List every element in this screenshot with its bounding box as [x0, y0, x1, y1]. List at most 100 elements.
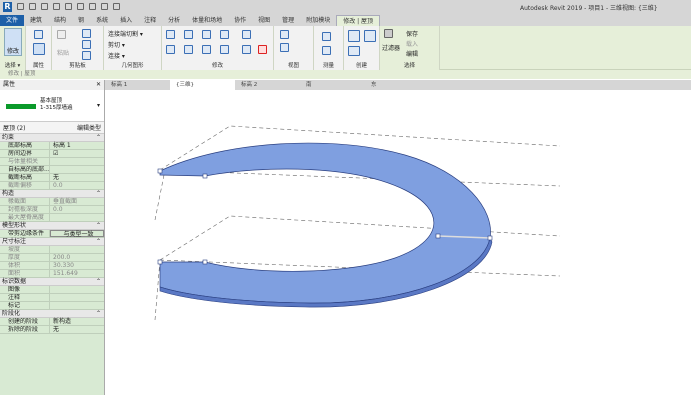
- ribbon-tab[interactable]: 修改 | 屋顶: [336, 15, 381, 26]
- measure-distance-icon[interactable]: [322, 32, 331, 41]
- ribbon-tab[interactable]: 管理: [276, 15, 300, 26]
- ribbon-tab[interactable]: 注释: [138, 15, 162, 26]
- close-icon[interactable]: ✕: [96, 80, 101, 90]
- ribbon-tab[interactable]: 文件: [0, 15, 25, 26]
- array-icon[interactable]: [242, 45, 251, 54]
- mirror-axis-icon[interactable]: [202, 30, 211, 39]
- property-value[interactable]: [50, 294, 104, 301]
- cut-geometry-button[interactable]: 剪切 ▾: [108, 40, 125, 49]
- property-value[interactable]: 标高 1: [50, 142, 104, 149]
- paste-icon[interactable]: [57, 30, 66, 39]
- ribbon-tab[interactable]: 分析: [162, 15, 186, 26]
- 3d-view-icon[interactable]: [113, 3, 120, 10]
- property-value[interactable]: [50, 158, 104, 165]
- mirror-draw-icon[interactable]: [220, 30, 229, 39]
- copy-icon[interactable]: [82, 40, 91, 49]
- property-value[interactable]: [50, 214, 104, 221]
- filter-button[interactable]: 过滤器: [382, 43, 400, 52]
- 3d-view-canvas[interactable]: [105, 90, 691, 409]
- collapse-icon[interactable]: ⌃: [96, 134, 101, 141]
- properties-icon[interactable]: [34, 30, 43, 39]
- create-assembly-icon[interactable]: [364, 30, 376, 42]
- ribbon-tab[interactable]: 体量和场地: [186, 15, 228, 26]
- sync-icon[interactable]: [41, 3, 48, 10]
- view-tab[interactable]: 南: [300, 80, 365, 90]
- view-tab[interactable]: 东: [365, 80, 430, 90]
- property-group-header[interactable]: 尺寸标注 ⌃: [0, 238, 104, 246]
- open-icon[interactable]: [17, 3, 24, 10]
- offset-icon[interactable]: [184, 30, 193, 39]
- undo-icon[interactable]: [53, 3, 60, 10]
- collapse-icon[interactable]: ⌃: [96, 238, 101, 245]
- property-value[interactable]: 151.649: [50, 270, 104, 277]
- modify-button[interactable]: 修改: [7, 46, 19, 55]
- join-button[interactable]: 连接 ▾: [108, 51, 125, 60]
- property-value[interactable]: [50, 286, 104, 293]
- cut-icon[interactable]: [82, 29, 91, 38]
- type-properties-icon[interactable]: [33, 43, 45, 55]
- property-group-header[interactable]: 约束 ⌃: [0, 134, 104, 142]
- property-group-header[interactable]: 构造 ⌃: [0, 190, 104, 198]
- collapse-icon[interactable]: ⌃: [96, 222, 101, 229]
- property-value[interactable]: 无: [50, 326, 104, 333]
- ribbon-tab[interactable]: 视图: [252, 15, 276, 26]
- match-properties-icon[interactable]: [82, 51, 91, 60]
- view-tab[interactable]: 标高 2: [235, 80, 300, 90]
- property-value[interactable]: 200.0: [50, 254, 104, 261]
- ribbon-tab[interactable]: 建筑: [24, 15, 48, 26]
- load-selection-button[interactable]: 载入: [406, 39, 418, 48]
- ribbon-tab[interactable]: 附加模块: [300, 15, 336, 26]
- text-icon[interactable]: [101, 3, 108, 10]
- view-tab[interactable]: 标高 1: [105, 80, 170, 90]
- view-tab[interactable]: {三维}: [170, 80, 235, 90]
- property-group-header[interactable]: 模型形状 ⌃: [0, 222, 104, 230]
- ribbon-tab[interactable]: 钢: [72, 15, 90, 26]
- property-value[interactable]: 0.0: [50, 182, 104, 189]
- property-value[interactable]: [50, 302, 104, 309]
- measure-icon[interactable]: [89, 3, 96, 10]
- filter-icon[interactable]: [384, 29, 393, 38]
- ribbon-tab[interactable]: 系统: [90, 15, 114, 26]
- property-value[interactable]: 0.0: [50, 206, 104, 213]
- collapse-icon[interactable]: ⌃: [96, 310, 101, 317]
- delete-icon[interactable]: [258, 45, 267, 54]
- print-icon[interactable]: [77, 3, 84, 10]
- save-selection-button[interactable]: 保存: [406, 29, 418, 38]
- create-part-icon[interactable]: [348, 30, 360, 42]
- property-value[interactable]: 垂直截面: [50, 198, 104, 205]
- chevron-down-icon[interactable]: ▾: [97, 102, 100, 109]
- trim-icon[interactable]: [220, 45, 229, 54]
- copy-element-icon[interactable]: [184, 45, 193, 54]
- edit-selection-button[interactable]: 编辑: [406, 49, 418, 58]
- hide-icon[interactable]: [280, 30, 289, 39]
- property-value[interactable]: 30.330: [50, 262, 104, 269]
- ribbon-tab[interactable]: 协作: [228, 15, 252, 26]
- ribbon-tab[interactable]: 结构: [48, 15, 72, 26]
- property-value[interactable]: [50, 166, 104, 173]
- save-icon[interactable]: [29, 3, 36, 10]
- edit-type-button[interactable]: 编辑类型: [77, 123, 101, 132]
- property-group-header[interactable]: 标识数据 ⌃: [0, 278, 104, 286]
- panel-label[interactable]: 选择 ▾: [0, 61, 25, 69]
- property-value[interactable]: 新构造: [50, 318, 104, 325]
- ribbon-tab[interactable]: 插入: [114, 15, 138, 26]
- split-icon[interactable]: [242, 30, 251, 39]
- property-value[interactable]: ☑: [50, 150, 104, 157]
- collapse-icon[interactable]: ⌃: [96, 278, 101, 285]
- revit-logo[interactable]: R: [3, 1, 12, 12]
- property-value[interactable]: 与类型一致: [50, 230, 104, 238]
- rotate-icon[interactable]: [202, 45, 211, 54]
- paste-button[interactable]: 粘贴: [57, 48, 69, 57]
- type-selector[interactable]: 基本屋顶 1-315厚墙遍 ▾: [0, 90, 104, 122]
- align-icon[interactable]: [166, 30, 175, 39]
- collapse-icon[interactable]: ⌃: [96, 190, 101, 197]
- move-icon[interactable]: [166, 45, 175, 54]
- instance-filter[interactable]: 屋顶 (2): [3, 123, 25, 132]
- dimension-icon[interactable]: [322, 46, 331, 55]
- property-value[interactable]: [50, 246, 104, 253]
- redo-icon[interactable]: [65, 3, 72, 10]
- property-group-header[interactable]: 阶段化 ⌃: [0, 310, 104, 318]
- create-group-icon[interactable]: [348, 46, 360, 56]
- cope-button[interactable]: 连接端切割 ▾: [108, 29, 143, 38]
- override-icon[interactable]: [280, 43, 289, 52]
